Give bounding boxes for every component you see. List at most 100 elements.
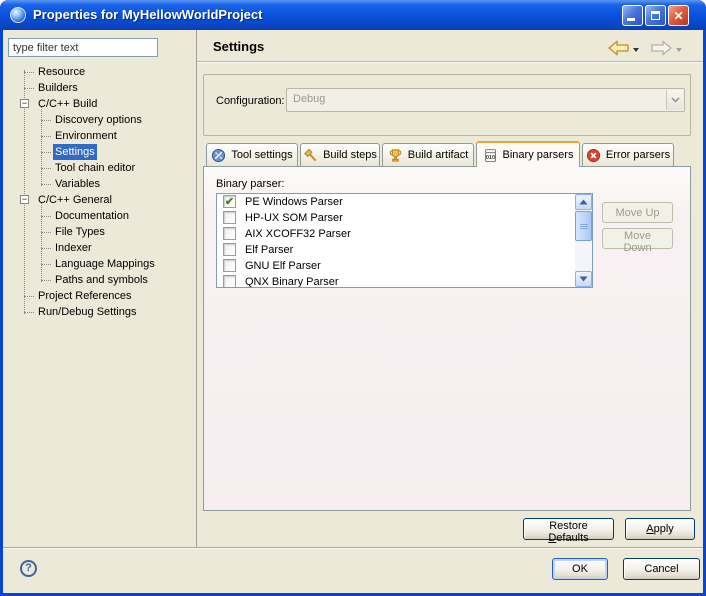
tree-item-indexer[interactable]: Indexer <box>3 240 193 256</box>
tab-error-parsers[interactable]: Error parsers <box>582 143 674 166</box>
maximize-button[interactable] <box>645 5 666 26</box>
checkbox-icon[interactable] <box>223 211 236 224</box>
scroll-up-button[interactable] <box>575 194 592 210</box>
cancel-button[interactable]: Cancel <box>623 558 700 580</box>
scroll-up-icon <box>579 199 588 205</box>
list-item[interactable]: QNX Binary Parser <box>217 274 592 288</box>
header-separator <box>197 61 703 62</box>
move-up-button[interactable]: Move Up <box>602 202 673 223</box>
tree-item-documentation[interactable]: Documentation <box>3 208 193 224</box>
binary-parser-label: Binary parser: <box>216 178 284 190</box>
tab-tool-settings[interactable]: Tool settings <box>206 143 298 166</box>
scrollbar-thumb[interactable] <box>575 211 592 241</box>
tree-item-settings[interactable]: Settings <box>3 144 193 160</box>
tree-connector <box>24 296 34 297</box>
app-icon <box>10 7 26 23</box>
list-item[interactable]: Elf Parser <box>217 242 592 258</box>
titlebar[interactable]: Properties for MyHellowWorldProject ✕ <box>0 0 706 30</box>
maximize-icon <box>651 11 660 20</box>
tree-connector <box>41 248 51 249</box>
configuration-group: Configuration: Debug <box>203 74 691 136</box>
tab-build-steps[interactable]: Build steps <box>300 143 380 166</box>
wrench-icon <box>211 148 226 163</box>
tree-connector <box>41 264 51 265</box>
ok-button[interactable]: OK <box>552 558 608 580</box>
forward-button[interactable] <box>649 40 673 58</box>
forward-icon <box>650 40 672 56</box>
tree-connector <box>41 136 51 137</box>
binary-document-icon: 010 <box>483 148 498 163</box>
back-icon <box>608 40 630 56</box>
list-item[interactable]: GNU Elf Parser <box>217 258 592 274</box>
tree-item-paths-and-symbols[interactable]: Paths and symbols <box>3 272 193 288</box>
apply-button[interactable]: Apply <box>625 518 695 540</box>
forward-dropdown-icon[interactable] <box>676 48 682 52</box>
tree-item-cpp-build[interactable]: −C/C++ Build <box>3 96 193 112</box>
artifact-icon <box>388 148 403 163</box>
help-button[interactable]: ? <box>20 560 37 577</box>
list-item[interactable]: HP-UX SOM Parser <box>217 210 592 226</box>
tree-item-variables[interactable]: Variables <box>3 176 193 192</box>
tree-connector <box>41 216 51 217</box>
checkbox-icon[interactable] <box>223 227 236 240</box>
tree-connector <box>41 280 51 281</box>
svg-text:010: 010 <box>485 154 494 160</box>
scrollbar-grip-icon <box>580 224 588 230</box>
hammer-icon <box>303 148 318 163</box>
tree-item-discovery-options[interactable]: Discovery options <box>3 112 193 128</box>
tree-connector <box>41 232 51 233</box>
tree-item-project-references[interactable]: Project References <box>3 288 193 304</box>
checkbox-checked-icon[interactable]: ✔ <box>223 195 236 208</box>
collapse-icon[interactable]: − <box>20 99 29 108</box>
binary-parser-list[interactable]: ✔ PE Windows Parser HP-UX SOM Parser AIX… <box>216 193 593 288</box>
tree-item-tool-chain-editor[interactable]: Tool chain editor <box>3 160 193 176</box>
back-dropdown-icon[interactable] <box>633 48 639 52</box>
checkbox-icon[interactable] <box>223 243 236 256</box>
error-icon <box>586 148 601 163</box>
tree-item-resource[interactable]: Resource <box>3 64 193 80</box>
tree-item-file-types[interactable]: File Types <box>3 224 193 240</box>
page-title: Settings <box>213 39 264 54</box>
binary-parsers-panel: Binary parser: ✔ PE Windows Parser HP-UX… <box>203 166 691 511</box>
close-button[interactable]: ✕ <box>668 5 689 26</box>
minimize-icon <box>627 18 635 21</box>
tree-connector <box>24 72 34 73</box>
list-item[interactable]: ✔ PE Windows Parser <box>217 194 592 210</box>
tab-build-artifact[interactable]: Build artifact <box>382 143 474 166</box>
tree-item-run-debug-settings[interactable]: Run/Debug Settings <box>3 304 193 320</box>
configuration-label: Configuration: <box>216 95 285 107</box>
tree-connector <box>41 152 51 153</box>
move-down-button[interactable]: Move Down <box>602 228 673 249</box>
check-mark: ✔ <box>225 196 234 208</box>
tree-item-language-mappings[interactable]: Language Mappings <box>3 256 193 272</box>
tree-connector <box>41 184 51 185</box>
checkbox-icon[interactable] <box>223 275 236 288</box>
tree-connector <box>24 88 34 89</box>
configuration-value: Debug <box>293 93 325 105</box>
checkbox-icon[interactable] <box>223 259 236 272</box>
scroll-down-icon <box>579 276 588 282</box>
properties-dialog: Properties for MyHellowWorldProject ✕ Re… <box>0 0 706 596</box>
back-button[interactable] <box>607 40 631 58</box>
collapse-icon[interactable]: − <box>20 195 29 204</box>
filter-input[interactable] <box>8 38 158 57</box>
tree-item-cpp-general[interactable]: −C/C++ General <box>3 192 193 208</box>
footer-separator <box>3 547 703 548</box>
tree-connector <box>41 168 51 169</box>
tree-item-environment[interactable]: Environment <box>3 128 193 144</box>
help-icon: ? <box>25 562 32 574</box>
combo-arrow-button[interactable] <box>666 90 683 110</box>
list-item[interactable]: AIX XCOFF32 Parser <box>217 226 592 242</box>
chevron-down-icon <box>671 97 680 103</box>
window-title: Properties for MyHellowWorldProject <box>33 7 262 22</box>
tree-item-builders[interactable]: Builders <box>3 80 193 96</box>
restore-defaults-button[interactable]: Restore Defaults <box>523 518 614 540</box>
scrollbar[interactable] <box>575 194 592 287</box>
configuration-select[interactable]: Debug <box>286 88 685 112</box>
minimize-button[interactable] <box>622 5 643 26</box>
properties-tree: Resource Builders −C/C++ Build Discovery… <box>3 62 195 322</box>
tab-binary-parsers[interactable]: 010 Binary parsers <box>476 141 580 167</box>
sidebar-divider <box>196 30 197 547</box>
scroll-down-button[interactable] <box>575 271 592 287</box>
tree-connector <box>41 120 51 121</box>
